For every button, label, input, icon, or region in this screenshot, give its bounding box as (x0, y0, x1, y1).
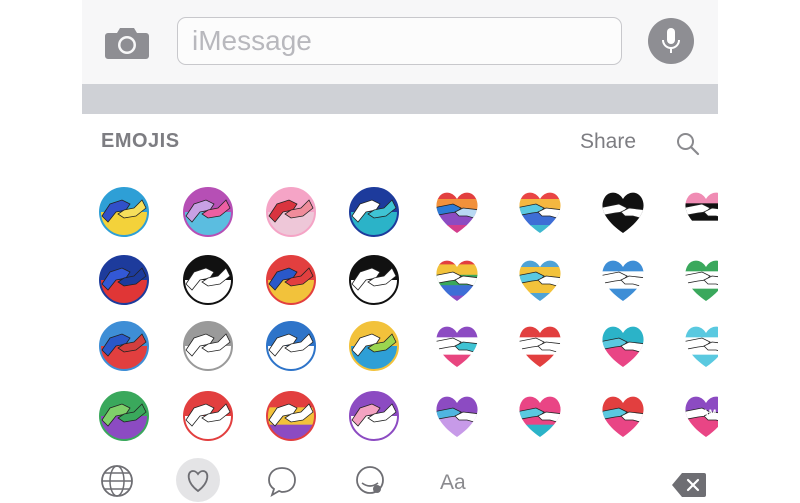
sticker-heart-14[interactable] (514, 254, 566, 306)
sticker-heart-8[interactable] (680, 186, 718, 238)
sticker-handclasp-28[interactable] (348, 390, 400, 442)
sticker-heart-21[interactable] (431, 320, 483, 372)
sticker-handclasp-1[interactable] (98, 186, 150, 238)
sticker-handclasp-25[interactable] (98, 390, 150, 442)
sticker-heart-32[interactable]: BAM (680, 390, 718, 442)
sticker-handclasp-26[interactable] (182, 390, 234, 442)
sticker-heart-5[interactable] (431, 186, 483, 238)
heart-icon[interactable] (176, 458, 220, 502)
text-style-button[interactable]: Aa (440, 471, 466, 495)
sticker-handclasp-3[interactable] (265, 186, 317, 238)
sticker-handclasp-10[interactable] (182, 254, 234, 306)
sticker-heart-31[interactable] (597, 390, 649, 442)
sticker-heart-30[interactable] (514, 390, 566, 442)
sticker-face-icon[interactable] (350, 461, 390, 501)
sticker-heart-24[interactable] (680, 320, 718, 372)
sticker-heart-7[interactable] (597, 186, 649, 238)
sticker-handclasp-12[interactable] (348, 254, 400, 306)
sticker-section-header: EMOJIS Share (82, 114, 718, 170)
speech-bubble-icon[interactable] (262, 461, 302, 501)
magnifier-icon[interactable] (675, 131, 701, 157)
sticker-handclasp-20[interactable] (348, 320, 400, 372)
sticker-heart-23[interactable] (597, 320, 649, 372)
messages-screen: iMessage EMOJIS Share BAM Aa (82, 0, 718, 503)
sticker-handclasp-11[interactable] (265, 254, 317, 306)
section-title: EMOJIS (101, 130, 180, 152)
sticker-grid: BAM (82, 170, 718, 450)
sticker-heart-16[interactable] (680, 254, 718, 306)
sticker-handclasp-17[interactable] (98, 320, 150, 372)
sticker-handclasp-18[interactable] (182, 320, 234, 372)
sticker-handclasp-4[interactable] (348, 186, 400, 238)
sticker-heart-6[interactable] (514, 186, 566, 238)
sticker-label: BAM (696, 408, 717, 418)
share-button[interactable]: Share (580, 130, 636, 154)
sticker-heart-13[interactable] (431, 254, 483, 306)
sticker-heart-15[interactable] (597, 254, 649, 306)
camera-icon[interactable] (104, 24, 150, 60)
sticker-handclasp-9[interactable] (98, 254, 150, 306)
message-text-field[interactable]: iMessage (177, 17, 622, 65)
app-bottom-bar: Aa (82, 455, 718, 503)
sticker-handclasp-2[interactable] (182, 186, 234, 238)
keyboard-divider (82, 84, 718, 114)
message-input-bar: iMessage (82, 0, 718, 84)
sticker-heart-22[interactable] (514, 320, 566, 372)
sticker-handclasp-27[interactable] (265, 390, 317, 442)
sticker-heart-29[interactable] (431, 390, 483, 442)
sticker-handclasp-19[interactable] (265, 320, 317, 372)
microphone-icon[interactable] (648, 18, 694, 64)
globe-icon[interactable] (97, 461, 137, 501)
delete-key-icon[interactable] (672, 472, 706, 498)
